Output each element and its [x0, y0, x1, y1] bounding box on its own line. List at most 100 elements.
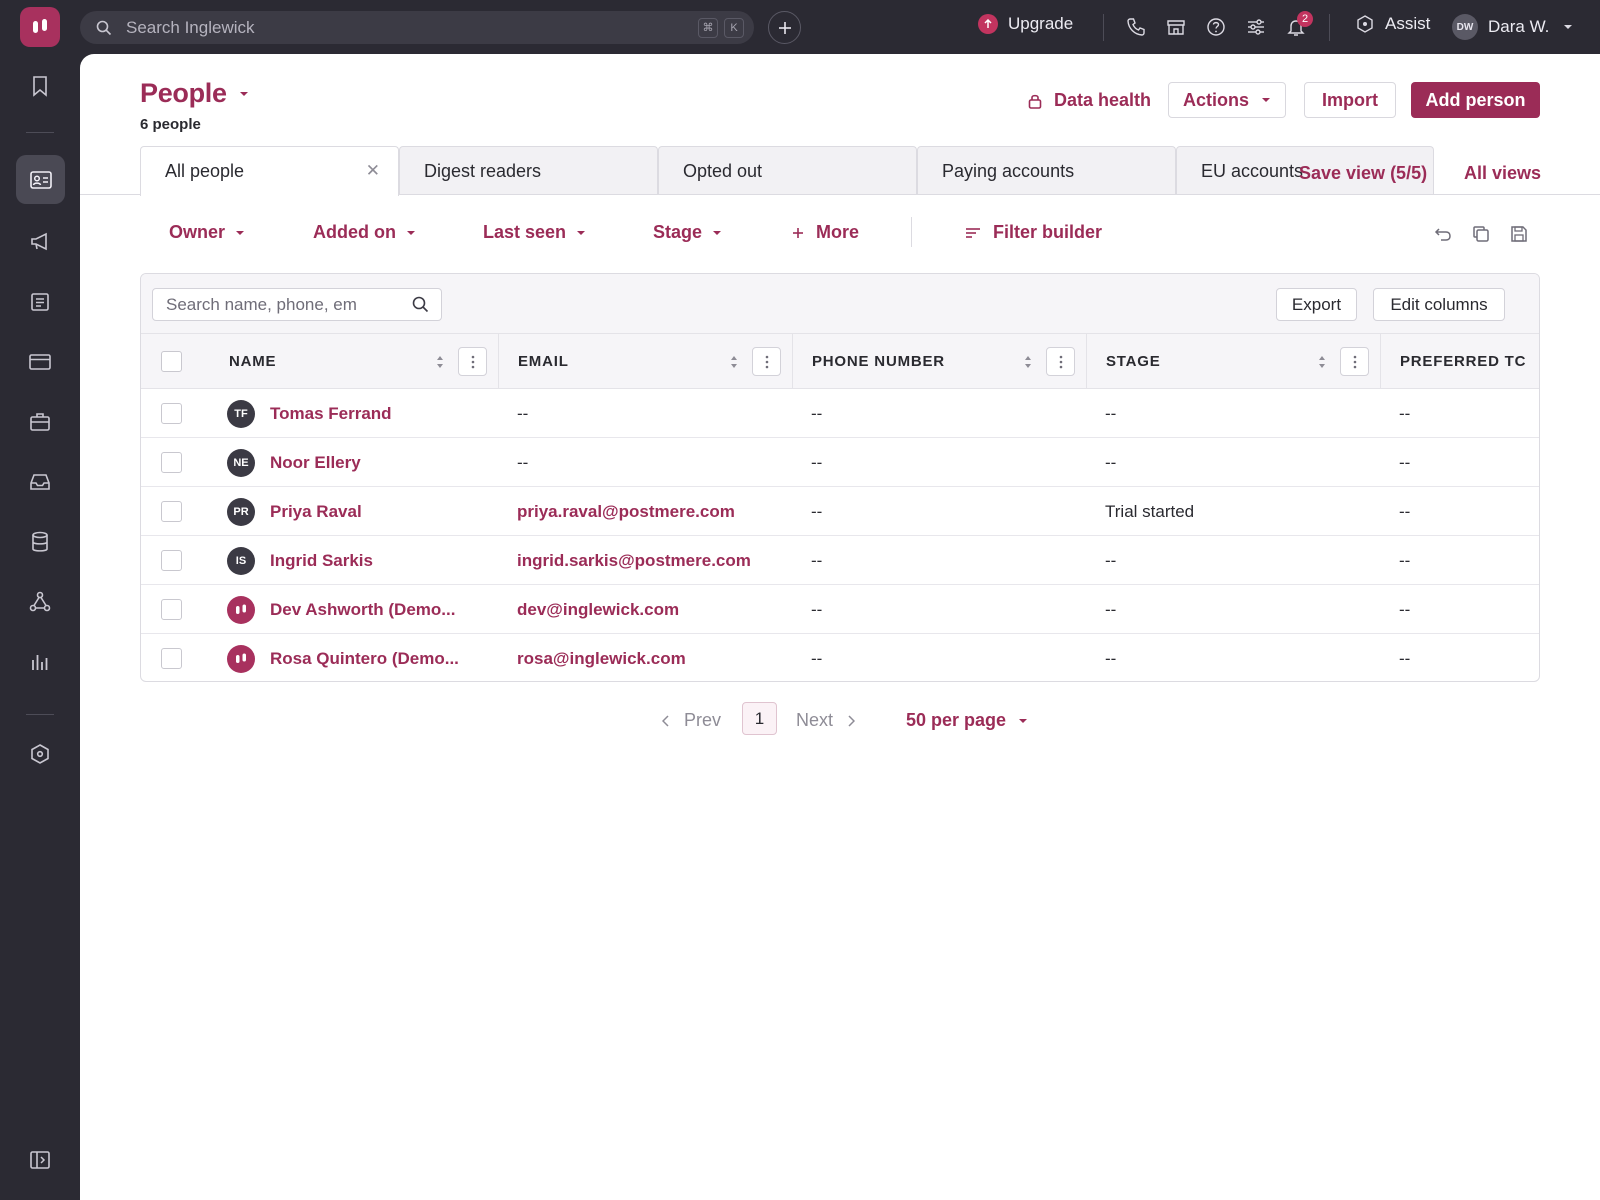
current-page-button[interactable]: 1	[742, 702, 777, 735]
per-page-select[interactable]: 50 per page	[906, 710, 1028, 731]
sort-icon[interactable]	[1317, 355, 1327, 369]
database-icon[interactable]	[20, 522, 60, 562]
row-checkbox[interactable]	[161, 599, 182, 620]
select-all-checkbox[interactable]	[161, 351, 182, 372]
app-logo[interactable]	[20, 7, 60, 47]
column-divider[interactable]	[792, 334, 793, 389]
table-search-placeholder: Search name, phone, em	[166, 294, 357, 314]
person-name-link[interactable]: Dev Ashworth (Demo...	[270, 585, 455, 634]
document-list-icon[interactable]	[20, 282, 60, 322]
undo-icon[interactable]	[1433, 224, 1453, 244]
filter-added-on[interactable]: Added on	[313, 222, 416, 243]
next-page-button[interactable]: Next	[796, 710, 856, 731]
column-header-name[interactable]: NAME	[229, 334, 276, 389]
column-menu-button[interactable]	[752, 347, 781, 376]
help-icon[interactable]	[1204, 15, 1228, 39]
table-row[interactable]: PR Priya Raval priya.raval@postmere.com …	[141, 487, 1539, 536]
data-health-button[interactable]: Data health	[1028, 90, 1151, 111]
person-name-link[interactable]: Rosa Quintero (Demo...	[270, 634, 459, 681]
collapse-sidebar-icon[interactable]	[20, 1140, 60, 1180]
sort-icon[interactable]	[1023, 355, 1033, 369]
person-name-link[interactable]: Ingrid Sarkis	[270, 536, 373, 585]
table-row[interactable]: Dev Ashworth (Demo... dev@inglewick.com …	[141, 585, 1539, 634]
table-row[interactable]: IS Ingrid Sarkis ingrid.sarkis@postmere.…	[141, 536, 1539, 585]
tab-paying-accounts[interactable]: Paying accounts	[917, 146, 1176, 195]
stage-cell: --	[1105, 550, 1117, 570]
tab-all-people[interactable]: All people ✕	[140, 146, 399, 196]
bookmark-icon[interactable]	[20, 66, 60, 106]
column-menu-button[interactable]	[1340, 347, 1369, 376]
filter-lines-icon	[966, 227, 980, 238]
prev-page-button[interactable]: Prev	[662, 710, 721, 731]
store-icon[interactable]	[1164, 15, 1188, 39]
save-view-button[interactable]: Save view (5/5)	[1299, 163, 1427, 184]
column-menu-button[interactable]	[458, 347, 487, 376]
person-name-link[interactable]: Tomas Ferrand	[270, 389, 392, 438]
settings-hexagon-icon[interactable]	[20, 734, 60, 774]
page-title-dropdown[interactable]: People	[140, 78, 249, 109]
duplicate-icon[interactable]	[1471, 224, 1491, 244]
credit-card-icon[interactable]	[20, 342, 60, 382]
table-row[interactable]: Rosa Quintero (Demo... rosa@inglewick.co…	[141, 634, 1539, 681]
global-search-input[interactable]: Search Inglewick ⌘ K	[80, 11, 754, 44]
row-checkbox[interactable]	[161, 403, 182, 424]
table-row[interactable]: NE Noor Ellery -- -- -- --	[141, 438, 1539, 487]
filter-last-seen[interactable]: Last seen	[483, 222, 586, 243]
column-menu-button[interactable]	[1046, 347, 1075, 376]
column-divider[interactable]	[1086, 334, 1087, 389]
filter-stage[interactable]: Stage	[653, 222, 722, 243]
column-divider[interactable]	[498, 334, 499, 389]
filter-builder-button[interactable]: Filter builder	[965, 222, 1102, 243]
people-table-card: Search name, phone, em Export Edit colum…	[140, 273, 1540, 682]
column-header-stage[interactable]: STAGE	[1106, 334, 1161, 389]
row-checkbox[interactable]	[161, 452, 182, 473]
bar-chart-icon[interactable]	[20, 642, 60, 682]
briefcase-icon[interactable]	[20, 402, 60, 442]
column-header-phone[interactable]: PHONE NUMBER	[812, 334, 945, 389]
email-link[interactable]: rosa@inglewick.com	[517, 634, 686, 681]
email-link[interactable]: ingrid.sarkis@postmere.com	[517, 536, 751, 585]
row-checkbox[interactable]	[161, 550, 182, 571]
edit-columns-button[interactable]: Edit columns	[1373, 288, 1505, 321]
sort-icon[interactable]	[729, 355, 739, 369]
shortcut-cmd-key: ⌘	[698, 17, 718, 38]
table-search-input[interactable]: Search name, phone, em	[152, 288, 442, 321]
phone-icon[interactable]	[1124, 15, 1148, 39]
tab-digest-readers[interactable]: Digest readers	[399, 146, 658, 195]
edit-columns-label: Edit columns	[1390, 294, 1488, 314]
add-person-button[interactable]: Add person	[1411, 82, 1540, 118]
data-health-label: Data health	[1054, 90, 1152, 110]
settings-sliders-icon[interactable]	[1244, 15, 1268, 39]
create-new-button[interactable]	[768, 11, 801, 44]
column-header-preferred[interactable]: PREFERRED TC	[1400, 334, 1539, 389]
assist-button[interactable]: Assist	[1355, 14, 1430, 34]
column-header-email[interactable]: EMAIL	[518, 334, 569, 389]
workflow-nodes-icon[interactable]	[20, 582, 60, 622]
import-button[interactable]: Import	[1304, 82, 1396, 118]
sort-icon[interactable]	[435, 355, 445, 369]
tab-label: Digest readers	[424, 160, 542, 181]
megaphone-icon[interactable]	[20, 222, 60, 262]
email-link[interactable]: dev@inglewick.com	[517, 585, 679, 634]
user-menu[interactable]: DW Dara W.	[1452, 14, 1573, 40]
upgrade-button[interactable]: Upgrade	[978, 14, 1073, 34]
person-name-link[interactable]: Priya Raval	[270, 487, 362, 536]
email-link[interactable]: priya.raval@postmere.com	[517, 487, 735, 536]
caret-down-icon	[236, 230, 245, 235]
row-checkbox[interactable]	[161, 501, 182, 522]
row-checkbox[interactable]	[161, 648, 182, 669]
filter-more[interactable]: More	[792, 222, 859, 243]
filter-owner[interactable]: Owner	[169, 222, 245, 243]
actions-button[interactable]: Actions	[1168, 82, 1286, 118]
table-row[interactable]: TF Tomas Ferrand -- -- -- --	[141, 389, 1539, 438]
contacts-card-icon[interactable]	[16, 155, 65, 204]
global-search-placeholder: Search Inglewick	[126, 17, 255, 37]
close-icon[interactable]: ✕	[366, 161, 380, 181]
export-button[interactable]: Export	[1276, 288, 1357, 321]
all-views-link[interactable]: All views	[1464, 163, 1541, 184]
person-name-link[interactable]: Noor Ellery	[270, 438, 361, 487]
tab-opted-out[interactable]: Opted out	[658, 146, 917, 195]
inbox-icon[interactable]	[20, 462, 60, 502]
column-divider[interactable]	[1380, 334, 1381, 389]
save-icon[interactable]	[1509, 224, 1529, 244]
